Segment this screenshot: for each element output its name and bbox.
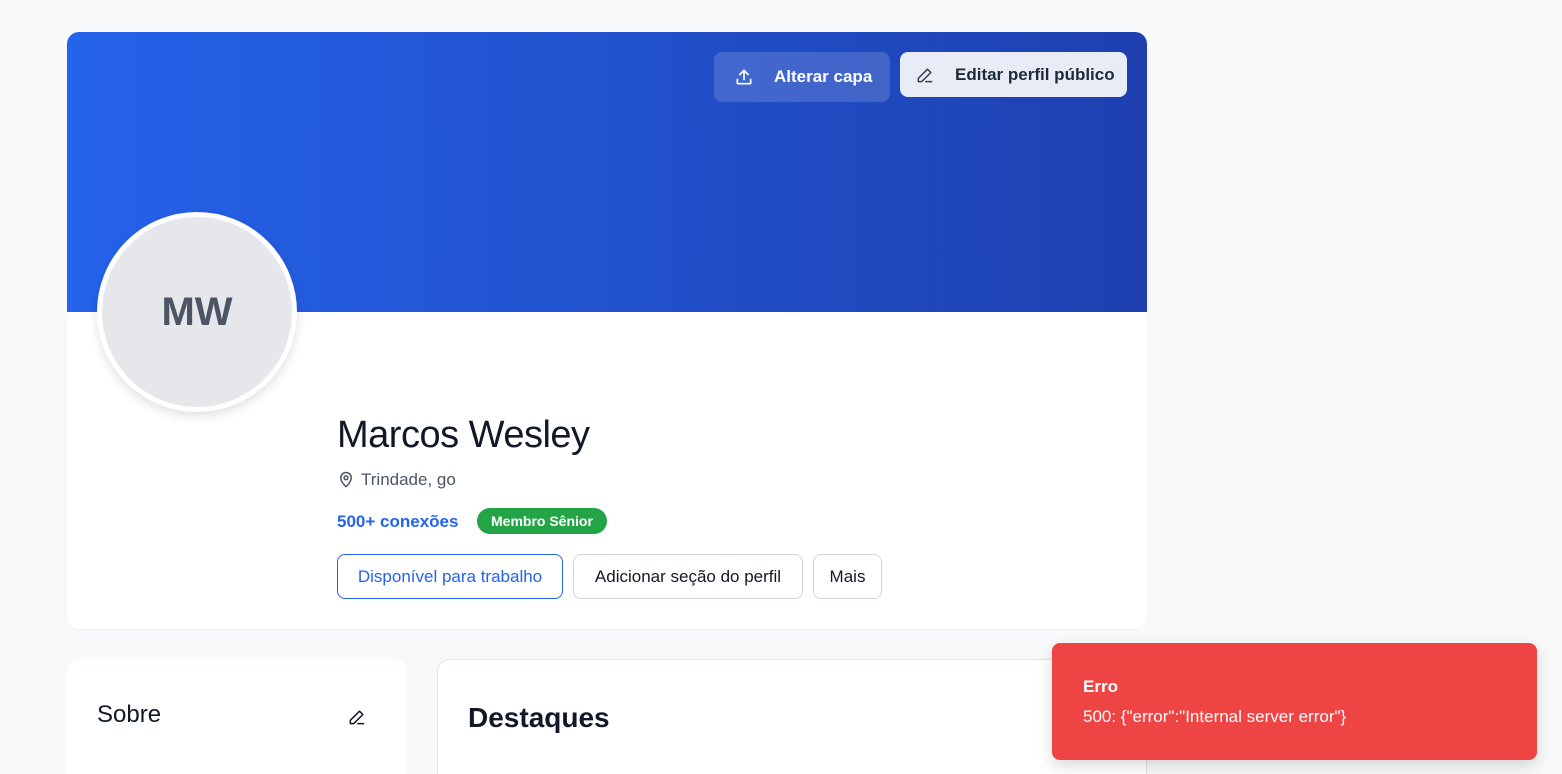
profile-card: Alterar capa Editar perfil público MW Ma… xyxy=(67,32,1147,629)
pencil-icon xyxy=(347,707,367,727)
about-card: Sobre xyxy=(67,659,407,774)
profile-page: Alterar capa Editar perfil público MW Ma… xyxy=(0,0,1562,774)
change-cover-label: Alterar capa xyxy=(774,67,873,86)
profile-name: Marcos Wesley xyxy=(337,414,590,456)
edit-about-button[interactable] xyxy=(347,707,367,727)
connections-link[interactable]: 500+ conexões xyxy=(337,512,458,532)
toast-message: 500: {"error":"Internal server error"} xyxy=(1083,707,1347,726)
available-for-work-button[interactable]: Disponível para trabalho xyxy=(337,554,563,599)
edit-public-profile-button[interactable]: Editar perfil público xyxy=(900,52,1127,97)
more-button[interactable]: Mais xyxy=(813,554,882,599)
about-title: Sobre xyxy=(97,701,162,728)
highlights-card: Destaques xyxy=(437,659,1147,774)
map-pin-icon xyxy=(337,471,355,489)
location-text: Trindade, go xyxy=(361,470,456,489)
toast-title: Erro xyxy=(1083,677,1118,696)
avatar-initials: MW xyxy=(161,289,233,334)
status-badge: Membro Sênior xyxy=(477,508,607,534)
pencil-icon xyxy=(915,65,935,85)
edit-public-profile-label: Editar perfil público xyxy=(955,64,1115,84)
profile-location: Trindade, go xyxy=(337,470,456,490)
change-cover-button[interactable]: Alterar capa xyxy=(714,52,890,102)
avatar: MW xyxy=(97,212,297,412)
add-profile-section-button[interactable]: Adicionar seção do perfil xyxy=(573,554,803,599)
highlights-title: Destaques xyxy=(468,702,610,733)
error-toast[interactable]: Erro 500: {"error":"Internal server erro… xyxy=(1052,643,1537,760)
upload-icon xyxy=(734,67,754,87)
